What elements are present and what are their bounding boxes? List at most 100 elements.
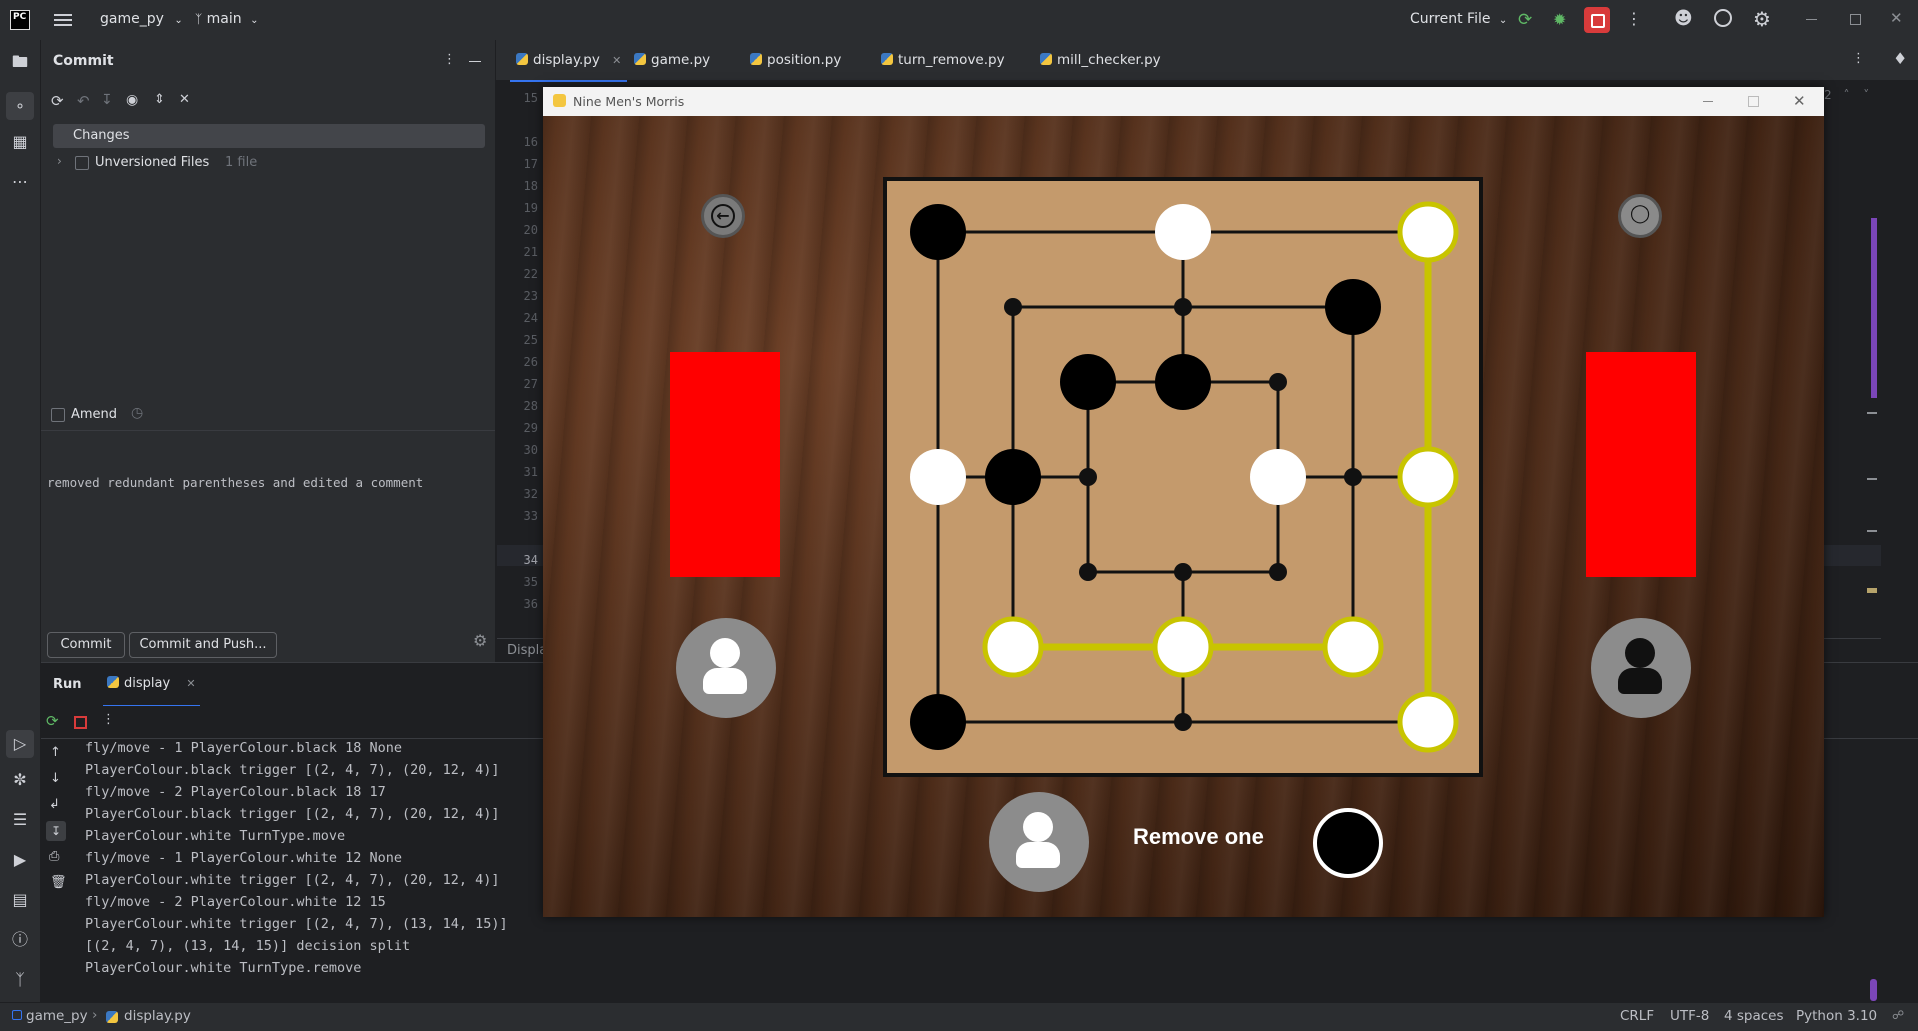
notifications-bell-icon[interactable]: ♦ [1893,49,1907,68]
run-tool-icon[interactable]: ▷ [6,730,34,758]
chevron-down-icon: ⌄ [250,15,259,26]
maximize-icon[interactable] [1748,96,1759,107]
expand-all-icon[interactable]: ⇕ [154,92,165,107]
black-piece[interactable] [910,694,966,750]
scroll-to-end-icon[interactable]: ↧ [46,821,66,841]
layers-icon[interactable]: ☰ [10,810,30,830]
soft-wrap-icon[interactable]: ↲ [49,797,60,812]
services-icon[interactable]: ▶ [10,850,30,870]
commit-tool-icon[interactable]: ∘ [6,92,34,120]
add-user-icon[interactable]: ☻ [1674,8,1693,29]
white-piece[interactable] [1155,204,1211,260]
minimize-icon[interactable] [1703,101,1713,102]
project-name: game_py [100,11,164,27]
rerun-icon[interactable]: ⟳ [46,712,59,730]
trash-icon[interactable]: 🗑 [50,875,67,890]
white-piece[interactable] [1397,201,1459,263]
more-actions-icon[interactable]: ⋮ [102,712,115,727]
restore-icon[interactable] [1850,14,1861,25]
black-piece[interactable] [1060,354,1116,410]
collapse-all-icon[interactable]: ✕ [179,92,190,107]
panel-options-icon[interactable]: ⋮ [443,52,456,67]
project-selector[interactable]: game_py ⌄ [100,11,183,27]
tab-turn-remove-py[interactable]: turn_remove.py [881,40,1005,80]
white-piece[interactable] [1152,616,1214,678]
more-actions-icon[interactable]: ⋮ [1626,9,1642,28]
stop-icon [1591,14,1605,28]
status-project[interactable]: game_py [26,1008,88,1024]
run-config-selector[interactable]: Current File ⌄ [1410,11,1507,27]
black-piece[interactable] [1325,279,1381,335]
debug-icon[interactable]: ✹ [1553,10,1573,30]
refresh-icon[interactable]: ⟳ [51,92,64,110]
commit-options-gear-icon[interactable]: ⚙ [473,631,487,650]
chevron-right-icon[interactable]: › [57,154,62,168]
tab-mill-checker-py[interactable]: mill_checker.py [1040,40,1161,80]
more-tools-icon[interactable]: ⋯ [10,172,30,192]
stop-icon[interactable] [74,716,87,729]
app-logo-icon[interactable]: PC [10,10,30,30]
branch-selector[interactable]: ᛉ main ⌄ [195,11,258,27]
black-piece[interactable] [985,449,1041,505]
stop-button[interactable] [1584,7,1610,33]
close-icon[interactable]: ✕ [1793,92,1806,110]
shelve-icon[interactable]: ↧ [101,92,113,108]
print-icon[interactable]: ⎙ [49,849,59,864]
git-icon[interactable]: ᛉ [10,970,30,990]
chevron-up-icon[interactable]: ˄ [1843,88,1849,102]
back-button[interactable]: ← [701,194,745,238]
rerun-icon[interactable]: ⟳ [1518,10,1538,30]
close-window-icon[interactable]: ✕ [1890,9,1903,27]
commit-button[interactable]: Commit [47,632,125,658]
search-icon[interactable] [1714,9,1732,27]
commit-and-push-button[interactable]: Commit and Push... [129,632,277,658]
python-interpreter[interactable]: Python 3.10 [1796,1008,1877,1024]
tab-game-py[interactable]: game.py [634,40,710,80]
project-folder-icon[interactable]: 🖿 [10,52,30,72]
rollback-icon[interactable]: ↶ [77,92,90,110]
black-piece[interactable] [910,204,966,260]
black-piece[interactable] [1155,354,1211,410]
settings-gear-icon[interactable]: ⚙ [1753,7,1771,31]
white-piece[interactable] [1322,616,1384,678]
file-encoding[interactable]: UTF-8 [1670,1008,1709,1024]
breadcrumb[interactable]: Displa [507,643,547,658]
commit-message-area[interactable]: removed redundant parentheses and edited… [41,430,495,661]
commit-panel-title: Commit [53,53,114,69]
white-piece[interactable] [1250,449,1306,505]
white-piece[interactable] [1397,446,1459,508]
close-tab-icon[interactable]: ✕ [186,677,195,690]
lock-icon[interactable]: ☍ [1892,1008,1904,1022]
arrow-down-icon[interactable]: ↓ [50,771,61,786]
close-tab-icon[interactable]: ✕ [612,54,621,67]
python-packages-icon[interactable]: ✼ [10,770,30,790]
terminal-icon[interactable]: ▤ [10,890,30,910]
run-scroll-thumb[interactable] [1870,979,1877,1001]
indent-setting[interactable]: 4 spaces [1724,1008,1784,1024]
run-tab-display[interactable]: display ✕ [103,663,200,707]
arrow-up-icon[interactable]: ↑ [50,745,61,760]
tab-position-py[interactable]: position.py [750,40,841,80]
hint-button[interactable]: ◯ [1618,194,1662,238]
changes-list-item[interactable]: Changes [53,124,485,148]
history-clock-icon[interactable]: ◷ [131,405,143,421]
commit-message-text[interactable]: removed redundant parentheses and edited… [47,475,423,490]
hide-panel-icon[interactable] [469,61,481,62]
chevron-down-icon[interactable]: ˅ [1863,88,1869,102]
line-separator[interactable]: CRLF [1620,1008,1654,1024]
problems-icon[interactable]: ⓘ [10,930,30,950]
unversioned-files-item[interactable]: › Unversioned Files 1 file [53,152,485,174]
status-file[interactable]: display.py [124,1008,191,1024]
white-piece[interactable] [910,449,966,505]
tab-display-py[interactable]: display.py ✕ [510,40,628,82]
unversioned-checkbox[interactable] [75,156,89,170]
amend-checkbox[interactable] [51,408,65,422]
main-menu-icon[interactable] [54,12,72,28]
structure-icon[interactable]: ▦ [10,132,30,152]
tab-options-icon[interactable]: ⋮ [1852,51,1865,66]
white-piece[interactable] [982,616,1044,678]
white-piece[interactable] [1397,691,1459,753]
show-diff-icon[interactable]: ◉ [126,92,138,108]
amend-label[interactable]: Amend [71,407,117,422]
minimize-icon[interactable] [1806,19,1817,20]
